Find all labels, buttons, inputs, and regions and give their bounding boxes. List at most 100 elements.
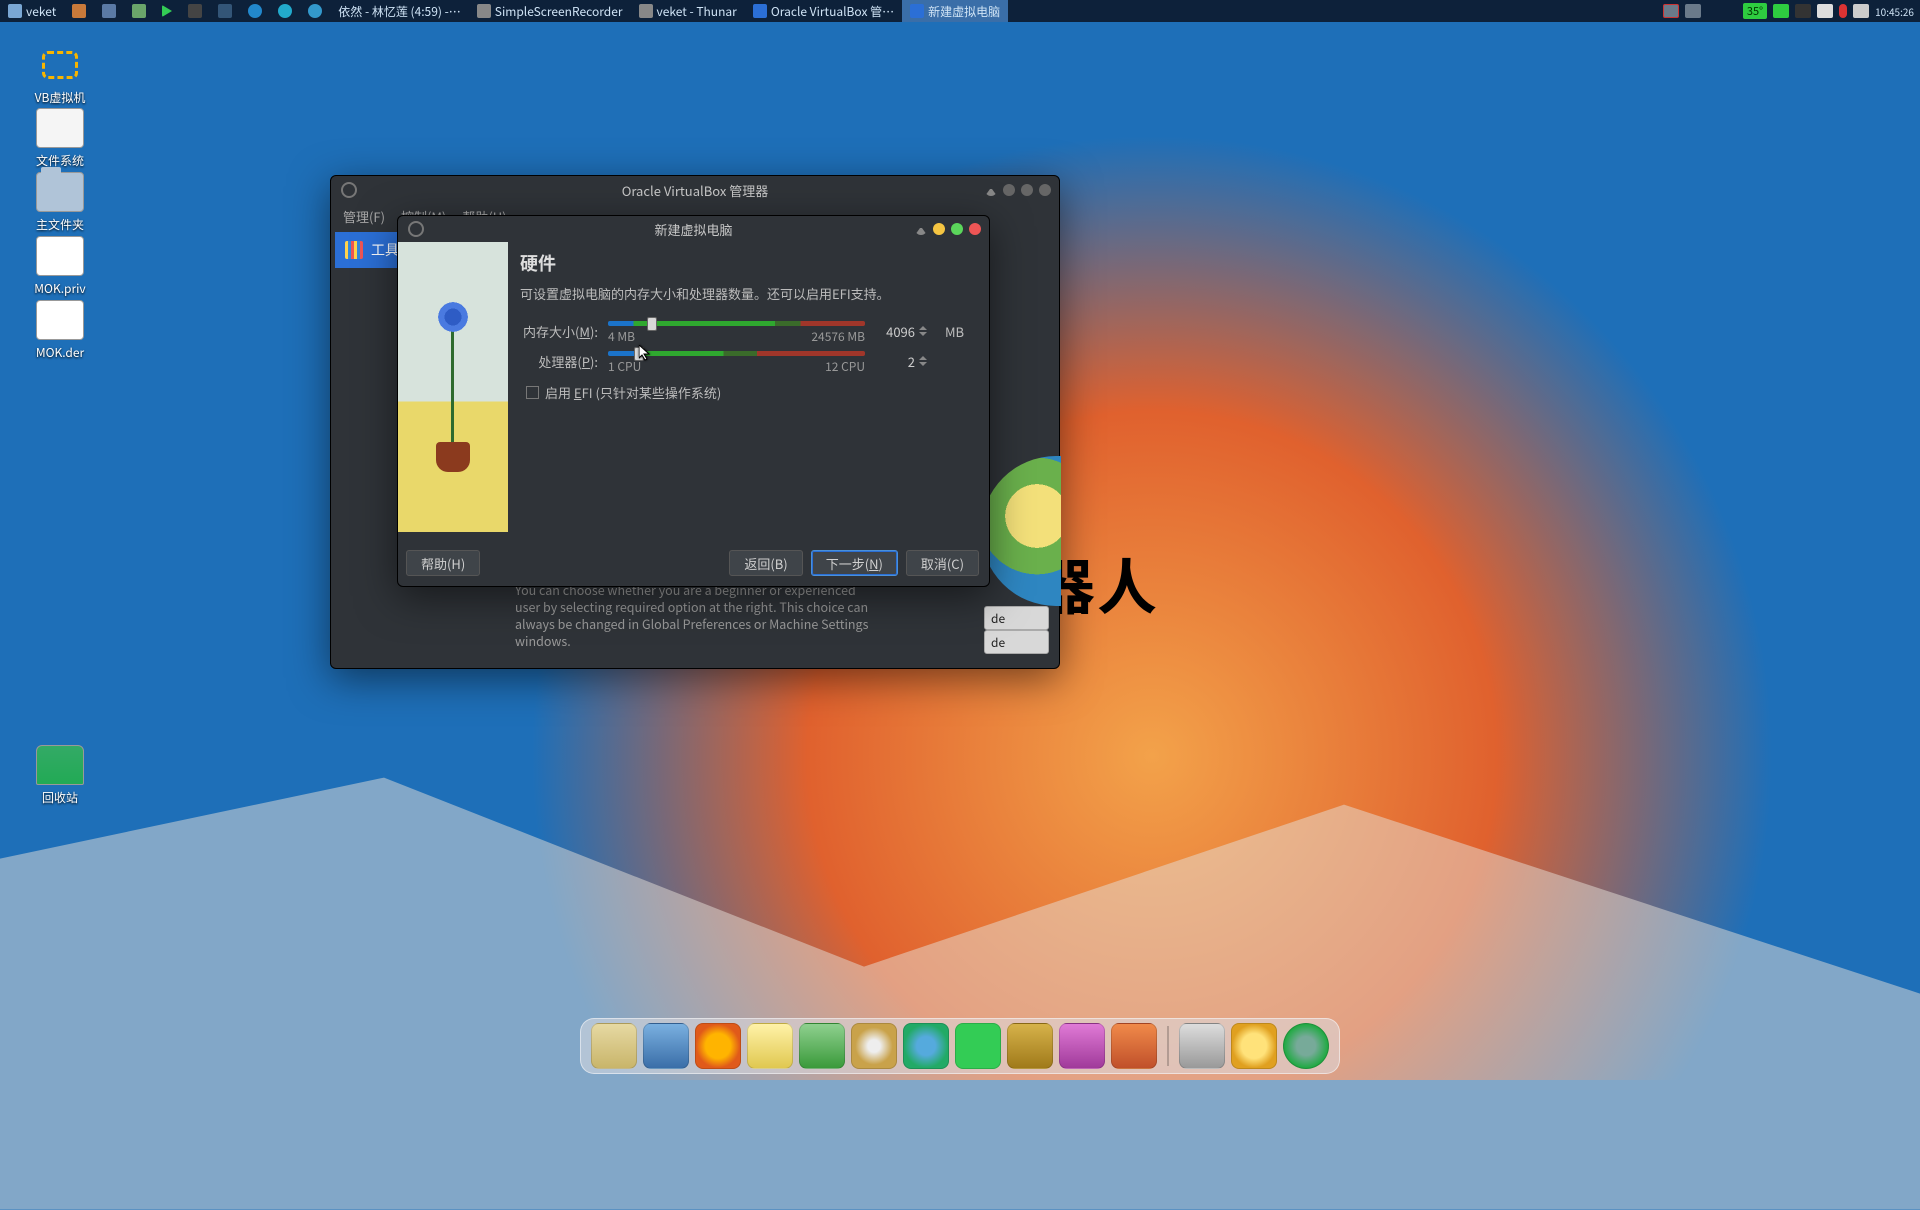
mode-button[interactable]: de — [984, 630, 1049, 654]
dock-image-icon[interactable] — [799, 1023, 845, 1069]
shade-icon[interactable] — [915, 223, 927, 235]
cpu-input[interactable] — [875, 350, 919, 372]
taskbar-item-music[interactable]: 依然 - 林忆莲 (4:59) -… — [330, 0, 469, 22]
launcher-icon[interactable] — [180, 0, 210, 22]
memory-max: 24576 MB — [811, 328, 865, 345]
spin-up-icon[interactable] — [919, 356, 927, 360]
app-menu[interactable]: veket — [0, 0, 64, 22]
taskbar-item-vbox[interactable]: Oracle VirtualBox 管… — [745, 0, 902, 22]
temperature-indicator[interactable]: 35° — [1743, 3, 1767, 19]
desktop-icon-mok-der[interactable]: MOK.der — [20, 300, 100, 361]
launcher-icon[interactable] — [270, 0, 300, 22]
shade-icon[interactable] — [985, 184, 997, 196]
cpu-label: 处理器(P): — [520, 352, 598, 371]
dock-files-icon[interactable] — [591, 1023, 637, 1069]
dock-firefox-icon[interactable] — [695, 1023, 741, 1069]
spin-down-icon[interactable] — [919, 332, 927, 336]
tools-label: 工具 — [371, 240, 399, 260]
tray-icon[interactable] — [1663, 4, 1679, 18]
gear-icon — [408, 221, 424, 237]
step-heading: 硬件 — [520, 250, 971, 276]
tray-icon[interactable] — [1817, 4, 1833, 18]
dock-notes-icon[interactable] — [747, 1023, 793, 1069]
taskbar-item-recorder[interactable]: SimpleScreenRecorder — [469, 0, 631, 22]
distro-icon — [8, 4, 22, 18]
back-button[interactable]: 返回(B) — [729, 550, 802, 576]
efi-checkbox[interactable] — [526, 386, 539, 399]
desktop-icon-trash[interactable]: 回收站 — [20, 745, 100, 806]
memory-slider[interactable] — [608, 321, 865, 326]
efi-label: 启用 EFI (只针对某些操作系统) — [545, 383, 721, 402]
tray-icon[interactable] — [1685, 4, 1701, 18]
maximize-button[interactable] — [951, 223, 963, 235]
window-titlebar[interactable]: 新建虚拟电脑 — [398, 216, 989, 242]
memory-min: 4 MB — [608, 328, 635, 345]
taskbar-item-thunar[interactable]: veket - Thunar — [631, 0, 745, 22]
desktop-icon-home[interactable]: 主文件夹 — [20, 172, 100, 233]
new-vm-wizard[interactable]: 新建虚拟电脑 硬件 可设置虚拟电脑的内存大小和处理器数量。还可以启用EFI支持。… — [397, 215, 990, 587]
dock-chart-icon[interactable] — [1059, 1023, 1105, 1069]
volume-icon[interactable] — [1853, 4, 1869, 18]
launcher-icon[interactable] — [94, 0, 124, 22]
window-title: 新建虚拟电脑 — [654, 220, 732, 239]
close-button[interactable] — [1039, 184, 1051, 196]
launcher-icon[interactable] — [240, 0, 270, 22]
dock-sun-icon[interactable] — [1231, 1023, 1277, 1069]
desktop-icon-vb[interactable]: VB虚拟机 — [20, 45, 100, 106]
dock — [580, 1018, 1340, 1074]
help-button[interactable]: 帮助(H) — [406, 550, 480, 576]
dock-separator — [1167, 1026, 1169, 1066]
taskbar-item-wizard[interactable]: 新建虚拟电脑 — [902, 0, 1008, 22]
launcher-icon[interactable] — [300, 0, 330, 22]
memory-spinbox[interactable] — [875, 320, 935, 342]
wizard-button-row: 帮助(H) 返回(B) 下一步(N) 取消(C) — [406, 550, 979, 576]
maximize-button[interactable] — [1021, 184, 1033, 196]
dock-wallet-icon[interactable] — [1007, 1023, 1053, 1069]
spin-up-icon[interactable] — [919, 326, 927, 330]
memory-row: 内存大小(M): 4 MB 24576 MB MB — [520, 317, 971, 345]
close-button[interactable] — [969, 223, 981, 235]
gear-icon — [341, 182, 357, 198]
menu-manage[interactable]: 管理(F) — [343, 207, 385, 226]
memory-label: 内存大小(M): — [520, 322, 598, 341]
welcome-description: You can choose whether you are a beginne… — [515, 582, 875, 650]
spin-down-icon[interactable] — [919, 362, 927, 366]
memory-input[interactable] — [875, 320, 919, 342]
dock-rocket-icon[interactable] — [1111, 1023, 1157, 1069]
cpu-row: 处理器(P): 1 CPU 12 CPU — [520, 347, 971, 375]
welcome-graphic — [981, 456, 1061, 606]
cpu-max: 12 CPU — [825, 358, 865, 375]
launcher-icon[interactable] — [210, 0, 240, 22]
dock-disc-icon[interactable] — [851, 1023, 897, 1069]
mode-button[interactable]: de — [984, 606, 1049, 630]
window-title: Oracle VirtualBox 管理器 — [622, 181, 769, 200]
wizard-illustration — [398, 242, 508, 532]
dock-drive-icon[interactable] — [1179, 1023, 1225, 1069]
step-description: 可设置虚拟电脑的内存大小和处理器数量。还可以启用EFI支持。 — [520, 284, 971, 303]
launcher-icon[interactable] — [64, 0, 94, 22]
next-button[interactable]: 下一步(N) — [811, 550, 898, 576]
window-titlebar[interactable]: Oracle VirtualBox 管理器 — [331, 176, 1059, 204]
cpu-spinbox[interactable] — [875, 350, 935, 372]
dock-science-icon[interactable] — [903, 1023, 949, 1069]
dock-orb-icon[interactable] — [1283, 1023, 1329, 1069]
top-panel: veket 依然 - 林忆莲 (4:59) -… SimpleScreenRec… — [0, 0, 1920, 22]
desktop-icon-filesystem[interactable]: 文件系统 — [20, 108, 100, 169]
minimize-button[interactable] — [1003, 184, 1015, 196]
mic-icon[interactable] — [1839, 4, 1847, 18]
launcher-icon[interactable] — [124, 0, 154, 22]
efi-row: 启用 EFI (只针对某些操作系统) — [526, 383, 971, 402]
cancel-button[interactable]: 取消(C) — [906, 550, 979, 576]
tools-icon — [345, 241, 363, 259]
dock-desktop-icon[interactable] — [643, 1023, 689, 1069]
tray-icon[interactable] — [1795, 4, 1811, 18]
battery-icon[interactable] — [1773, 4, 1789, 18]
dock-play-icon[interactable] — [955, 1023, 1001, 1069]
memory-unit: MB — [945, 322, 971, 341]
launcher-icon[interactable] — [154, 0, 180, 22]
cpu-slider[interactable] — [608, 351, 865, 356]
system-tray: 35° 10:45:26 — [1663, 3, 1920, 19]
desktop-icon-mok-priv[interactable]: MOK.priv — [20, 236, 100, 297]
clock[interactable]: 10:45:26 — [1875, 4, 1914, 19]
minimize-button[interactable] — [933, 223, 945, 235]
